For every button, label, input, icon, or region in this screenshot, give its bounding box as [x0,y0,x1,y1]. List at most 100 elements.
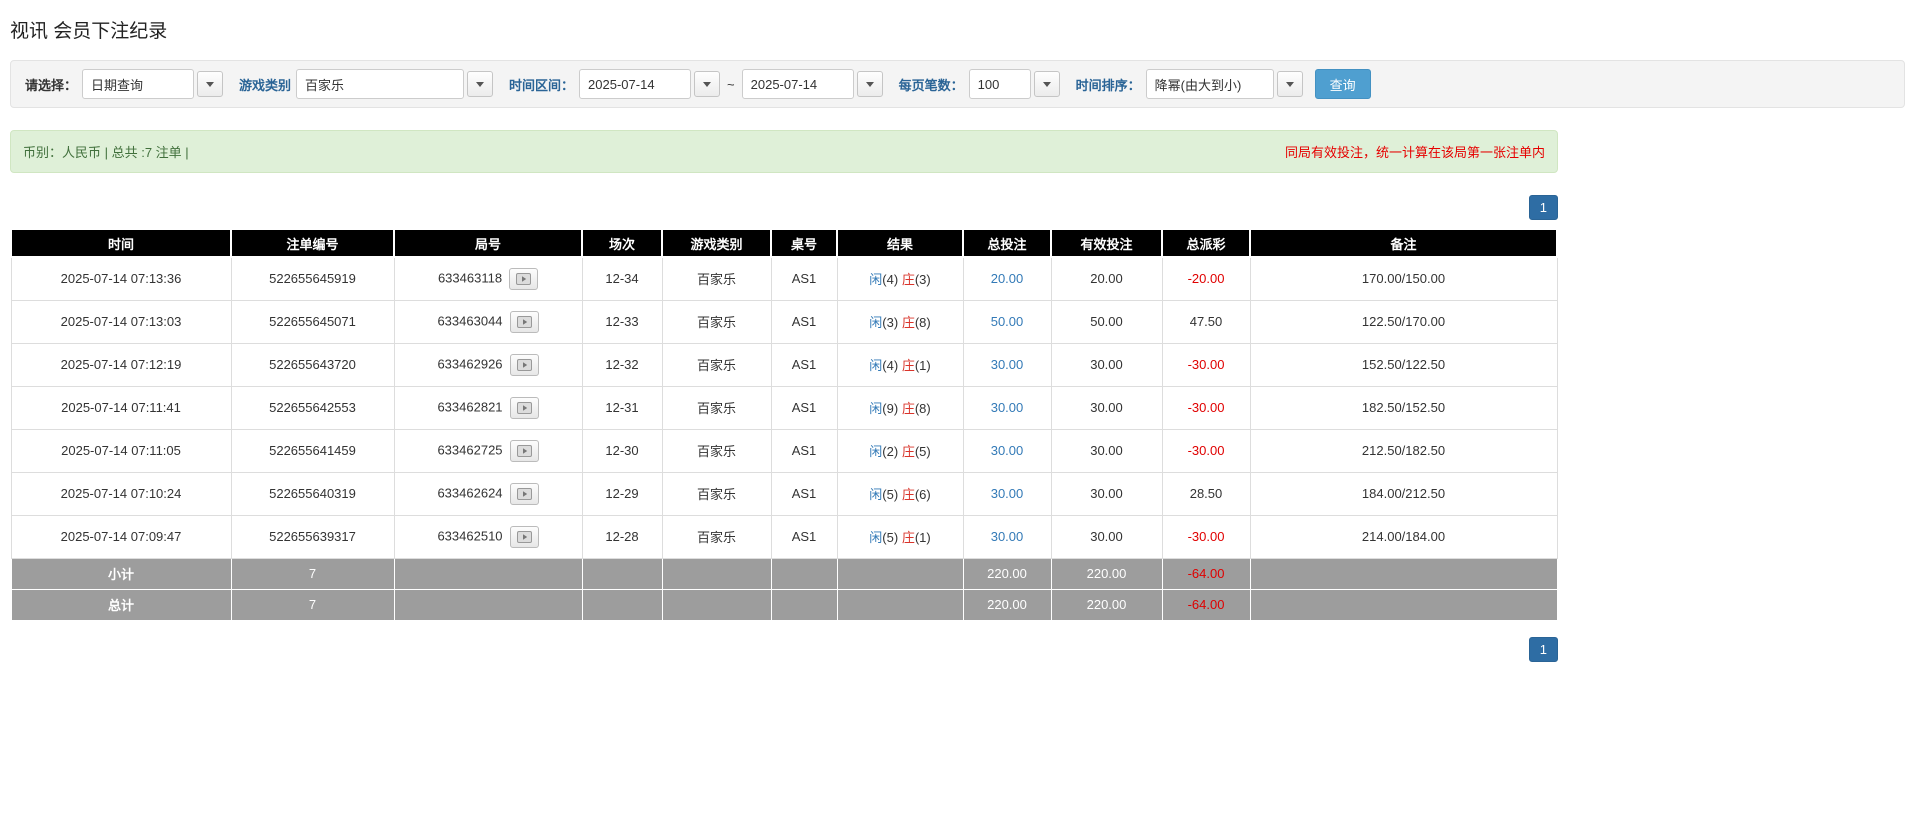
result-player-label: 闲 [869,444,883,459]
page-size-combo [968,69,1060,99]
search-button[interactable]: 查询 [1314,69,1371,99]
sort-dropdown-button[interactable] [1276,71,1303,97]
total-bet-link[interactable]: 30.00 [991,486,1024,501]
cell-result: 闲(3) 庄(8) [836,299,964,344]
subtotal-row: 小计 7 220.00 220.00 -64.00 [10,557,1558,590]
cell-payout: 47.50 [1161,299,1251,344]
page-button-1[interactable]: 1 [1528,636,1558,662]
video-icon [516,487,532,500]
result-banker-label: 庄 [901,315,915,330]
date-range-label: 时间区间： [509,77,575,93]
total-bet-link[interactable]: 20.00 [991,271,1024,286]
cell-result: 闲(5) 庄(6) [836,471,964,516]
video-replay-button[interactable] [509,353,539,376]
page-size-dropdown-button[interactable] [1033,71,1060,97]
round-id-text: 633462510 [437,527,503,543]
cell-remark: 212.50/182.50 [1249,428,1558,473]
cell-total-bet: 30.00 [962,428,1052,473]
date-from-input[interactable] [579,69,692,99]
query-type-dropdown-button[interactable] [197,71,224,97]
sort-input[interactable] [1145,69,1274,99]
cell-game-type: 百家乐 [661,256,772,301]
result-player-label: 闲 [869,401,883,416]
total-bet-link[interactable]: 30.00 [991,357,1024,372]
cell-round-id: 633462926 [393,342,583,387]
table-row: 2025-07-14 07:11:05 522655641459 6334627… [10,428,1558,473]
payout-value: -30.00 [1187,400,1225,415]
date-to-dropdown-button[interactable] [856,71,883,97]
result-player-score: (5) [882,530,899,545]
total-count: 7 [230,588,395,621]
total-bet-link[interactable]: 30.00 [991,443,1024,458]
cell-table-no: AS1 [770,385,838,430]
cell-remark: 214.00/184.00 [1249,514,1558,559]
video-replay-button[interactable] [509,482,539,505]
date-from-dropdown-button[interactable] [694,71,721,97]
cell-round-id: 633462624 [393,471,583,516]
result-banker-score: (5) [914,444,931,459]
chevron-down-icon [1285,81,1294,87]
cell-table-no: AS1 [770,342,838,387]
chevron-down-icon [865,81,874,87]
header-result: 结果 [836,228,964,258]
table-header-row: 时间 注单编号 局号 场次 游戏类别 桌号 结果 总投注 有效投注 总派彩 备注 [10,228,1558,258]
subtotal-payout: -64.00 [1187,566,1225,581]
query-type-input[interactable] [82,69,195,99]
summary-currency-count: 币别：人民币 | 总共 :7 注单 | [23,145,189,160]
chevron-down-icon [703,81,712,87]
result-banker-label: 庄 [901,401,915,416]
header-session: 场次 [581,228,663,258]
cell-total-bet: 30.00 [962,385,1052,430]
video-icon [516,530,532,543]
payout-value: 47.50 [1189,314,1223,329]
cell-remark: 152.50/122.50 [1249,342,1558,387]
cell-table-no: AS1 [770,471,838,516]
video-replay-button[interactable] [509,396,539,419]
subtotal-total-bet: 220.00 [962,557,1052,590]
round-id-text: 633463044 [437,312,503,328]
total-bet-link[interactable]: 30.00 [991,529,1024,544]
table-row: 2025-07-14 07:10:24 522655640319 6334626… [10,471,1558,516]
video-replay-button[interactable] [509,439,539,462]
bet-records-table: 时间 注单编号 局号 场次 游戏类别 桌号 结果 总投注 有效投注 总派彩 备注… [10,228,1558,621]
cell-payout: -30.00 [1161,514,1251,559]
cell-bet-id: 522655640319 [230,471,395,516]
page-title: 视讯 会员下注纪录 [10,21,168,42]
result-player-label: 闲 [869,530,883,545]
cell-time: 2025-07-14 07:09:47 [10,514,232,559]
result-banker-score: (6) [914,487,931,502]
cell-bet-id: 522655639317 [230,514,395,559]
cell-total-bet: 30.00 [962,471,1052,516]
sort-combo [1145,69,1303,99]
cell-valid-bet: 20.00 [1050,256,1163,301]
video-replay-button[interactable] [509,525,539,548]
cell-round-id: 633462725 [393,428,583,473]
game-type-input[interactable] [296,69,465,99]
payout-value: -20.00 [1187,271,1225,287]
total-bet-link[interactable]: 50.00 [991,314,1024,329]
cell-payout: -30.00 [1161,428,1251,473]
total-row: 总计 7 220.00 220.00 -64.00 [10,588,1558,621]
cell-table-no: AS1 [770,299,838,344]
video-replay-button[interactable] [509,310,539,333]
cell-result: 闲(2) 庄(5) [836,428,964,473]
date-to-input[interactable] [741,69,854,99]
table-row: 2025-07-14 07:12:19 522655643720 6334629… [10,342,1558,387]
chevron-down-icon [1042,81,1051,87]
round-id-text: 633462926 [437,355,503,371]
cell-result: 闲(5) 庄(1) [836,514,964,559]
total-bet-link[interactable]: 30.00 [991,400,1024,415]
video-replay-button[interactable] [509,267,539,290]
cell-game-type: 百家乐 [661,342,772,387]
page-size-input[interactable] [968,69,1031,99]
cell-payout: 28.50 [1161,471,1251,516]
cell-remark: 170.00/150.00 [1249,256,1558,301]
cell-table-no: AS1 [770,256,838,301]
cell-round-id: 633463118 [393,256,583,301]
page-button-1[interactable]: 1 [1528,195,1558,220]
result-banker-score: (1) [914,530,931,545]
result-player-label: 闲 [869,272,883,288]
game-type-dropdown-button[interactable] [467,71,494,97]
cell-game-type: 百家乐 [661,514,772,559]
cell-total-bet: 30.00 [962,342,1052,387]
